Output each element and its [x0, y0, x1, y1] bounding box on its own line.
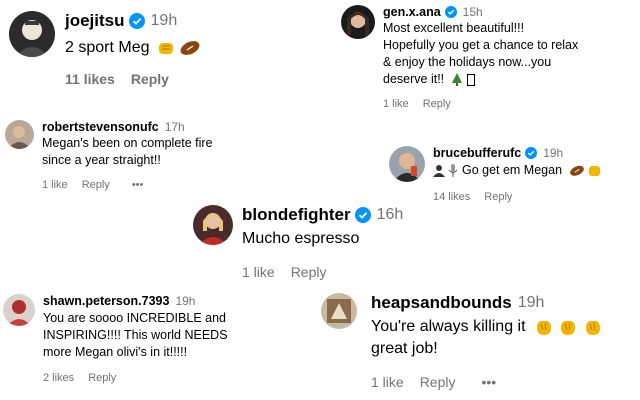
avatar[interactable]: [341, 5, 375, 39]
reply-button[interactable]: Reply: [82, 179, 110, 191]
timestamp: 19h: [150, 12, 178, 29]
fist-icon: [588, 164, 601, 177]
comment-joejitsu: joejitsu 19h 2 sport Meg 11 likes Reply: [9, 11, 201, 87]
likes-count[interactable]: 1 like: [242, 264, 275, 280]
username[interactable]: gen.x.ana: [383, 5, 441, 19]
reply-button[interactable]: Reply: [484, 191, 512, 203]
comment-shawn-peterson-7393: shawn.peterson.7393 19h You are soooo IN…: [3, 294, 228, 384]
username[interactable]: shawn.peterson.7393: [43, 294, 169, 308]
clapping-hands-icon: [583, 318, 603, 336]
clapping-hands-icon: [534, 318, 554, 336]
comment-text: Megan's been on complete fire since a ye…: [42, 136, 213, 167]
likes-count[interactable]: 11 likes: [65, 71, 115, 87]
christmas-tree-icon: [451, 72, 463, 87]
likes-count[interactable]: 1 like: [42, 179, 68, 191]
fist-bump-icon: [157, 40, 175, 56]
avatar[interactable]: [389, 146, 425, 182]
reply-button[interactable]: Reply: [88, 372, 116, 384]
comment-heapsandbounds: heapsandbounds 19h You're always killing…: [321, 293, 603, 390]
comment-text: Go get em Megan: [433, 162, 601, 179]
clapping-hands-icon: [558, 318, 578, 336]
verified-badge-icon: [525, 147, 538, 159]
comment-text: You're always killing it great job!: [371, 316, 603, 360]
comment-gen-x-ana: gen.x.ana 15h Most excellent beautiful!!…: [341, 5, 578, 110]
username[interactable]: brucebufferufc: [433, 146, 521, 160]
reply-button[interactable]: Reply: [423, 98, 451, 110]
reply-button[interactable]: Reply: [291, 264, 327, 280]
microphone-icon: [448, 164, 458, 178]
username[interactable]: heapsandbounds: [371, 293, 512, 313]
more-options-button[interactable]: •••: [481, 374, 496, 390]
likes-count[interactable]: 2 likes: [43, 372, 74, 384]
verified-badge-icon: [444, 6, 457, 18]
likes-count[interactable]: 14 likes: [433, 191, 470, 203]
football-icon: [179, 40, 201, 56]
avatar[interactable]: [193, 205, 233, 245]
username[interactable]: joejitsu: [65, 11, 125, 31]
timestamp: 19h: [543, 146, 564, 160]
comment-blondefighter: blondefighter 16h Mucho espresso 1 like …: [193, 205, 403, 280]
username[interactable]: blondefighter: [242, 205, 351, 225]
reply-button[interactable]: Reply: [131, 71, 169, 87]
timestamp: 19h: [517, 294, 545, 311]
timestamp: 15h: [462, 5, 483, 19]
avatar[interactable]: [321, 293, 357, 329]
football-icon: [569, 164, 585, 177]
likes-count[interactable]: 1 like: [383, 98, 409, 110]
likes-count[interactable]: 1 like: [371, 374, 404, 390]
missing-glyph-icon: [467, 73, 476, 86]
timestamp: 17h: [164, 120, 185, 134]
avatar[interactable]: [3, 294, 35, 326]
more-options-button[interactable]: •••: [132, 179, 144, 191]
verified-badge-icon: [354, 207, 371, 223]
comment-text: You are soooo INCREDIBLE and INSPIRING!!…: [43, 311, 228, 359]
comment-text: Mucho espresso: [242, 230, 360, 247]
timestamp: 16h: [376, 206, 404, 223]
comment-brucebufferufc: brucebufferufc 19h Go get em Megan 14 li…: [389, 146, 601, 203]
comment-robertstevensonufc: robertstevensonufc 17h Megan's been on c…: [5, 120, 213, 191]
comment-text: Most excellent beautiful!!! Hopefully yo…: [383, 21, 579, 87]
reply-button[interactable]: Reply: [420, 374, 456, 390]
avatar[interactable]: [5, 120, 34, 149]
verified-badge-icon: [128, 13, 145, 29]
avatar[interactable]: [9, 11, 55, 57]
timestamp: 19h: [175, 294, 196, 308]
comment-text: 2 sport Meg: [65, 37, 201, 59]
username[interactable]: robertstevensonufc: [42, 120, 159, 134]
person-icon: [433, 164, 445, 178]
